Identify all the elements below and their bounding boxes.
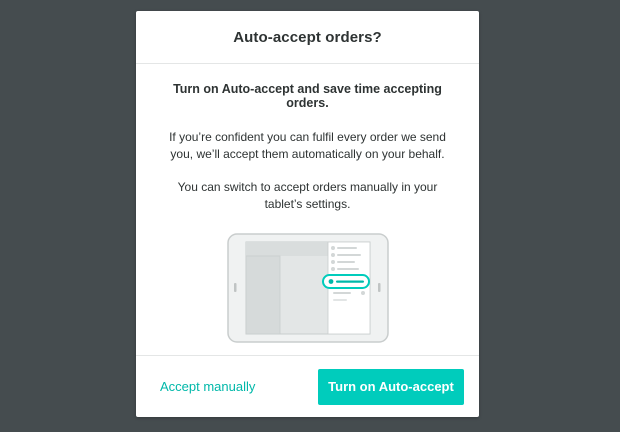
accept-manually-button[interactable]: Accept manually (160, 379, 255, 394)
screen: { "colors": { "backdrop": "#454c4f", "ac… (0, 0, 620, 432)
dialog-description-confidence: If you’re confident you can fulfil every… (169, 130, 446, 161)
tablet-settings-toggle-icon (226, 233, 389, 343)
dialog-description-settings: You can switch to accept orders manually… (177, 180, 438, 211)
auto-accept-dialog: Auto-accept orders? Turn on Auto-accept … (136, 11, 479, 417)
dialog-footer: Accept manually Turn on Auto-accept (136, 356, 479, 417)
turn-on-auto-accept-button[interactable]: Turn on Auto-accept (318, 368, 464, 405)
dialog-body: Turn on Auto-accept and save time accept… (136, 64, 479, 356)
dialog-lead-text: Turn on Auto-accept and save time accept… (173, 82, 442, 110)
dialog-header: Auto-accept orders? (136, 11, 479, 64)
dialog-title: Auto-accept orders? (233, 28, 382, 46)
